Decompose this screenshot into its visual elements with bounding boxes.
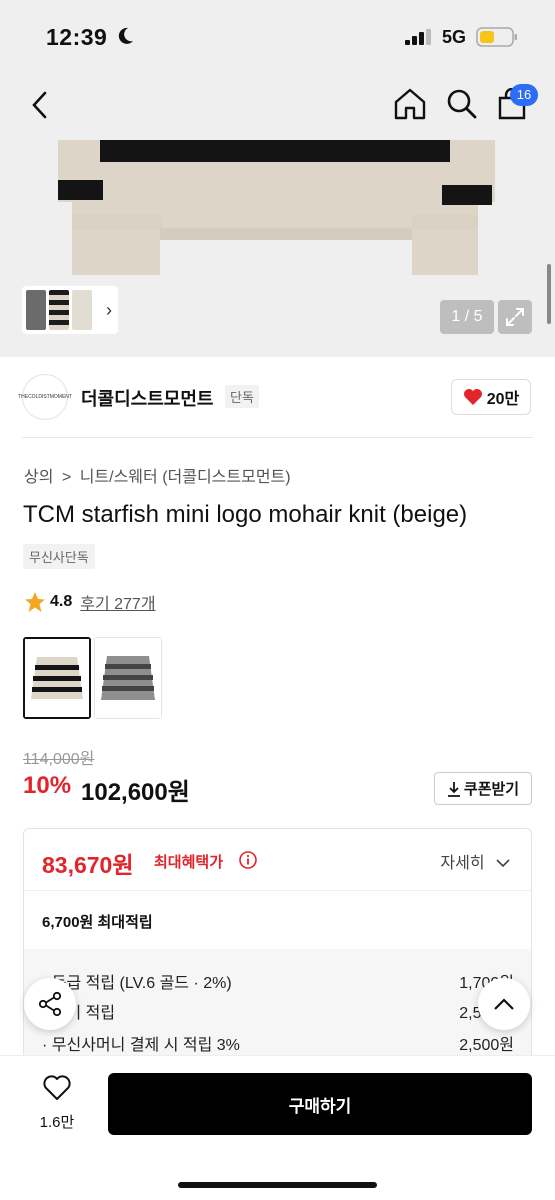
- color-option-beige[interactable]: [23, 637, 91, 719]
- image-thumbnail-strip[interactable]: ›: [22, 286, 118, 334]
- status-time: 12:39: [46, 24, 108, 50]
- breadcrumb-separator: >: [61, 469, 72, 486]
- sale-price: 102,600원: [81, 779, 190, 806]
- brand-like-button[interactable]: 20만: [451, 379, 531, 415]
- scroll-top-button[interactable]: [478, 978, 530, 1030]
- breadcrumb-category[interactable]: 상의: [24, 469, 53, 486]
- chevron-right-icon[interactable]: ›: [106, 300, 112, 321]
- divider: [22, 437, 533, 438]
- color-option-image: [95, 638, 161, 718]
- scrollbar[interactable]: [547, 264, 551, 324]
- thumbnail-1[interactable]: [26, 290, 46, 330]
- back-arrow-icon[interactable]: [28, 90, 52, 120]
- points-row: · 등급 적립 (LV.6 골드 · 2%) 1,700원: [42, 969, 514, 993]
- divider: [24, 890, 531, 891]
- discount-rate: 10%: [23, 772, 72, 799]
- chevron-down-icon: [496, 859, 510, 868]
- expand-button[interactable]: [498, 300, 532, 334]
- max-points: 6,700원 최대적립: [42, 914, 153, 931]
- share-button[interactable]: [24, 978, 76, 1030]
- star-icon: [25, 592, 45, 612]
- info-icon[interactable]: [238, 850, 258, 870]
- exclusive-tag: 무신사단독: [23, 544, 95, 569]
- network-label: 5G: [442, 27, 467, 47]
- color-option-gray[interactable]: [94, 637, 162, 719]
- brand-exclusive-tag: 단독: [225, 385, 259, 408]
- thumbnail-3[interactable]: [72, 290, 92, 330]
- expand-icon: [506, 308, 524, 326]
- breadcrumb-subcategory[interactable]: 니트/스웨터 (더콜디스트모먼트): [80, 469, 291, 486]
- review-count-link[interactable]: 후기 277개: [80, 590, 155, 614]
- download-icon: [447, 781, 460, 797]
- max-benefit-price: 83,670원: [42, 852, 134, 878]
- status-bar: 12:39 5G: [0, 0, 555, 70]
- points-row-value: 2,500원: [459, 1037, 514, 1054]
- cart-count-badge: 16: [510, 84, 538, 106]
- top-nav: 16: [0, 70, 555, 140]
- wishlist-count: 1.6만: [39, 1114, 75, 1131]
- detail-toggle[interactable]: 자세히: [440, 849, 511, 873]
- max-benefit-label: 최대혜택가: [154, 854, 224, 871]
- coupon-label: 쿠폰받기: [463, 781, 520, 798]
- heart-filled-icon: [463, 389, 482, 405]
- color-option-image: [25, 639, 89, 717]
- brand-logo[interactable]: THECOLDISTMOMENT: [18, 374, 72, 420]
- breadcrumb: 상의 > 니트/스웨터 (더콜디스트모먼트): [24, 463, 295, 487]
- brand-name[interactable]: 더콜디스트모먼트: [81, 385, 213, 411]
- coupon-button[interactable]: 쿠폰받기: [434, 772, 532, 805]
- benefit-box: 83,670원 최대혜택가 자세히 6,700원 최대적립 · 등급 적립 (L…: [23, 828, 532, 1068]
- share-icon: [38, 991, 62, 1017]
- moon-icon: [118, 27, 133, 44]
- detail-label: 자세히: [440, 855, 485, 872]
- product-image[interactable]: › 1 / 5: [0, 140, 555, 357]
- buy-button[interactable]: 구매하기: [108, 1073, 532, 1135]
- points-row: · 무신사머니 결제 시 적립 3% 2,500원: [42, 1031, 514, 1055]
- battery-icon: [476, 27, 517, 47]
- rating[interactable]: 4.8 후기 277개: [24, 590, 156, 614]
- thumbnail-2[interactable]: [49, 290, 69, 330]
- signal-icon: [405, 29, 431, 45]
- brand-row[interactable]: THECOLDISTMOMENT 더콜디스트모먼트 단독 20만: [0, 357, 555, 437]
- chevron-up-icon: [494, 998, 514, 1010]
- heart-outline-icon: [43, 1075, 71, 1100]
- brand-like-count: 20만: [486, 391, 520, 408]
- rating-score: 4.8: [50, 593, 73, 610]
- image-counter: 1 / 5: [440, 300, 494, 334]
- points-row: · 후기 적립 2,500원: [42, 999, 514, 1023]
- home-icon[interactable]: [393, 88, 427, 120]
- original-price: 114,000원: [23, 751, 95, 768]
- bottom-bar: 1.6만 구매하기: [0, 1055, 555, 1200]
- points-row-label: · 무신사머니 결제 시 적립 3%: [42, 1037, 240, 1054]
- product-title: TCM starfish mini logo mohair knit (beig…: [23, 501, 468, 528]
- search-icon[interactable]: [446, 88, 478, 120]
- home-indicator: [178, 1182, 377, 1188]
- wishlist-button[interactable]: 1.6만: [30, 1074, 84, 1132]
- points-breakdown: · 등급 적립 (LV.6 골드 · 2%) 1,700원 · 후기 적립 2,…: [24, 949, 531, 1067]
